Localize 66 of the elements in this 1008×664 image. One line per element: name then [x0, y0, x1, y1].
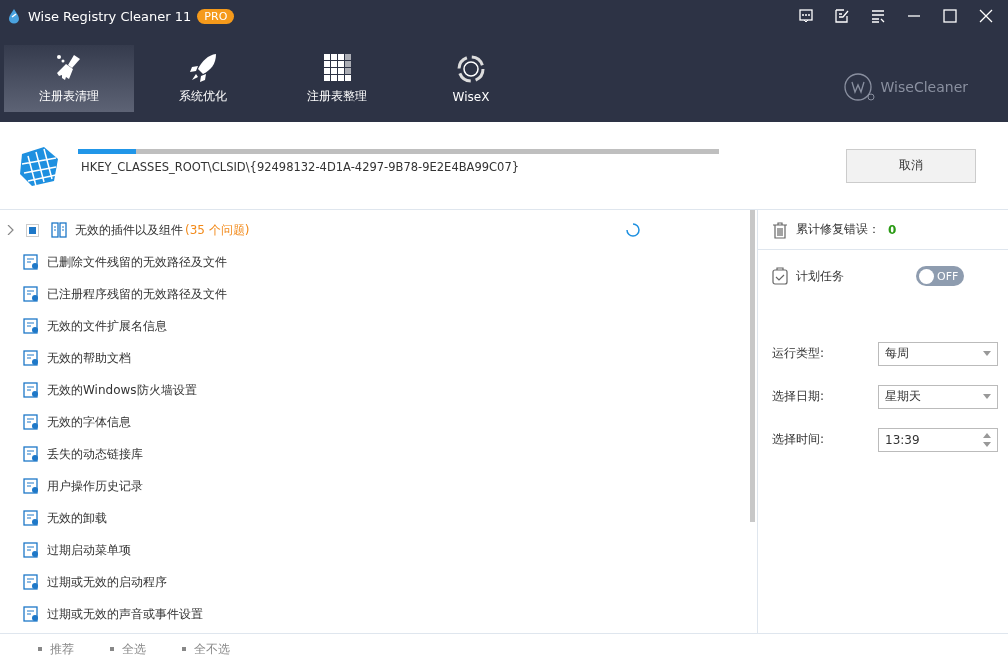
category-label[interactable]: 用户操作历史记录	[47, 477, 143, 495]
document-icon	[23, 574, 39, 590]
water-drop-icon	[6, 8, 22, 24]
field-label: 运行类型:	[772, 345, 826, 362]
ai-logo-icon	[456, 53, 486, 84]
footer-link[interactable]: 推荐	[38, 640, 74, 658]
category-label[interactable]: 丢失的动态链接库	[47, 445, 143, 463]
fixed-errors-count: 0	[888, 222, 897, 237]
scrollbar[interactable]	[750, 210, 755, 522]
category-label[interactable]: 无效的Windows防火墙设置	[47, 381, 197, 399]
field-label: 选择时间:	[772, 431, 826, 448]
document-icon	[23, 382, 39, 398]
document-icon	[23, 414, 39, 430]
document-icon	[23, 542, 39, 558]
footer-link[interactable]: 全不选	[182, 640, 230, 658]
edit-icon[interactable]	[834, 8, 850, 24]
document-icon	[23, 254, 39, 270]
footer-link[interactable]: 全选	[110, 640, 146, 658]
schedule-label: 计划任务	[796, 267, 844, 285]
rocket-icon	[188, 52, 218, 82]
w-logo-icon	[842, 72, 877, 102]
category-label[interactable]: 已注册程序残留的无效路径及文件	[47, 285, 227, 303]
document-icon	[23, 446, 39, 462]
nav-tab[interactable]: WiseX	[406, 45, 536, 112]
category-label[interactable]: 无效的字体信息	[47, 413, 131, 431]
nav-tab[interactable]: 注册表整理	[272, 45, 402, 112]
document-icon	[23, 478, 39, 494]
field-label: 选择日期:	[772, 388, 826, 405]
document-icon	[23, 350, 39, 366]
document-icon	[23, 606, 39, 622]
registry-path: HKEY_CLASSES_ROOT\CLSID\{92498132-4D1A-4297-9B78-9E2E4BA99C07}	[80, 160, 521, 174]
document-icon	[23, 510, 39, 526]
document-icon	[23, 286, 39, 302]
category-label[interactable]: 过期或无效的启动程序	[47, 573, 167, 591]
panel-icon	[51, 222, 67, 238]
list-icon[interactable]	[870, 8, 886, 24]
time-spinbox[interactable]: 13:39	[878, 427, 998, 452]
nav-tab[interactable]: 系统优化	[138, 45, 268, 112]
category-label[interactable]: 过期或无效的声音或事件设置	[47, 605, 203, 623]
nav-tab[interactable]: 注册表清理	[4, 45, 134, 112]
feedback-icon[interactable]	[798, 8, 814, 24]
checkbox[interactable]	[26, 223, 39, 237]
issue-count: (35 个问题)	[185, 221, 250, 239]
cancel-button[interactable]: 取消	[846, 148, 976, 183]
window-title: Wise Registry Cleaner 11	[28, 8, 192, 24]
category-label[interactable]: 无效的帮助文档	[47, 349, 131, 367]
document-icon	[23, 318, 39, 334]
trash-icon	[772, 220, 788, 239]
maximize-icon[interactable]	[942, 8, 958, 24]
category-label[interactable]: 已删除文件残留的无效路径及文件	[47, 253, 227, 271]
category-label[interactable]: 过期启动菜单项	[47, 541, 131, 559]
brand-name: WiseCleaner	[880, 79, 968, 95]
dropdown-arrow-icon	[983, 351, 991, 356]
dropdown[interactable]: 星期天	[878, 384, 998, 409]
category-label[interactable]: 无效的插件以及组件	[75, 221, 183, 239]
close-icon[interactable]	[978, 8, 994, 24]
pro-badge: PRO	[197, 8, 235, 24]
category-label[interactable]: 无效的卸载	[47, 509, 107, 527]
clipboard-check-icon	[772, 267, 788, 285]
grid-icon	[322, 52, 352, 82]
spin-arrows-icon	[983, 432, 991, 447]
fixed-errors-label: 累计修复错误：	[796, 221, 880, 238]
dropdown-arrow-icon	[983, 394, 991, 399]
chevron-right-icon[interactable]	[6, 225, 14, 235]
category-label[interactable]: 无效的文件扩展名信息	[47, 317, 167, 335]
dropdown[interactable]: 每周	[878, 341, 998, 366]
